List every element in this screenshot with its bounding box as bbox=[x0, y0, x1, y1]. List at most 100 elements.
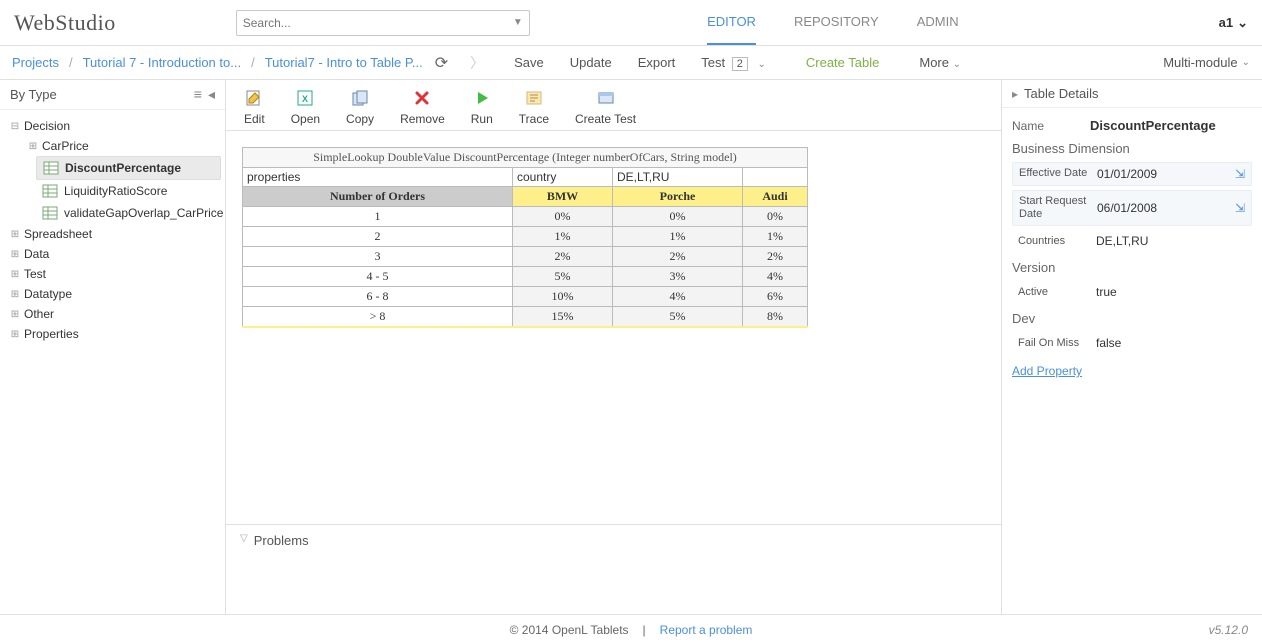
open-button[interactable]: XOpen bbox=[291, 88, 320, 126]
breadcrumb-module[interactable]: Tutorial7 - Intro to Table P... bbox=[265, 55, 423, 70]
breadcrumb-sep: / bbox=[251, 55, 255, 70]
expand-icon[interactable]: ⊞ bbox=[8, 249, 22, 260]
row-val[interactable]: 2% bbox=[743, 247, 808, 267]
row-val[interactable]: 1% bbox=[613, 227, 743, 247]
user-name: a1 bbox=[1219, 15, 1233, 30]
report-problem-link[interactable]: Report a problem bbox=[660, 623, 753, 637]
collapse-left-icon[interactable]: ◂ bbox=[208, 86, 215, 103]
link-icon[interactable]: ⇲ bbox=[1235, 201, 1245, 215]
create-test-icon bbox=[596, 88, 616, 108]
row-val[interactable]: 6% bbox=[743, 287, 808, 307]
chevron-down-icon: ⌄ bbox=[757, 59, 765, 70]
collapse-icon[interactable]: ⊟ bbox=[8, 121, 22, 132]
tree-node-carprice[interactable]: ⊞ CarPrice bbox=[22, 136, 221, 156]
section-dev: Dev bbox=[1012, 311, 1252, 326]
tree-label: Decision bbox=[24, 119, 70, 133]
tree-node-other[interactable]: ⊞Other bbox=[4, 304, 221, 324]
tree-node-datatype[interactable]: ⊞Datatype bbox=[4, 284, 221, 304]
row-val[interactable]: 0% bbox=[613, 207, 743, 227]
copyright: © 2014 OpenL Tablets bbox=[510, 623, 629, 637]
search-input[interactable] bbox=[243, 16, 513, 30]
row-val[interactable]: 1% bbox=[513, 227, 613, 247]
prop-active: Active true bbox=[1012, 281, 1252, 303]
user-menu[interactable]: a1 ⌄ bbox=[1219, 15, 1248, 31]
row-key[interactable]: 1 bbox=[243, 207, 513, 227]
module-selector[interactable]: Multi-module ⌄ bbox=[1163, 55, 1250, 70]
create-test-button[interactable]: Create Test bbox=[575, 88, 636, 126]
excel-icon: X bbox=[295, 88, 315, 108]
row-val[interactable]: 5% bbox=[513, 267, 613, 287]
sidebar-controls: ≡ ◂ bbox=[194, 86, 215, 103]
expand-icon[interactable]: ⊞ bbox=[8, 229, 22, 240]
tree-node-properties[interactable]: ⊞Properties bbox=[4, 324, 221, 344]
row-val[interactable]: 4% bbox=[613, 287, 743, 307]
row-val[interactable]: 2% bbox=[613, 247, 743, 267]
tree-leaf-liquidityratioscore[interactable]: LiquidityRatioScore bbox=[36, 180, 221, 202]
list-icon[interactable]: ≡ bbox=[194, 86, 202, 103]
row-val[interactable]: 4% bbox=[743, 267, 808, 287]
chevron-down-icon: ⌄ bbox=[953, 59, 961, 70]
prop-value: true bbox=[1096, 285, 1246, 299]
expand-icon[interactable]: ⊞ bbox=[8, 289, 22, 300]
tab-repository[interactable]: REPOSITORY bbox=[794, 0, 879, 45]
row-key[interactable]: 4 - 5 bbox=[243, 267, 513, 287]
expand-icon[interactable]: ⊞ bbox=[8, 329, 22, 340]
export-button[interactable]: Export bbox=[638, 55, 676, 70]
problems-title: Problems bbox=[254, 533, 309, 548]
expand-icon[interactable]: ⊞ bbox=[8, 309, 22, 320]
row-key[interactable]: 6 - 8 bbox=[243, 287, 513, 307]
tree-node-data[interactable]: ⊞Data bbox=[4, 244, 221, 264]
edit-button[interactable]: Edit bbox=[244, 88, 265, 126]
collapse-triangle-icon[interactable]: ▽ bbox=[240, 533, 248, 544]
tree-node-test[interactable]: ⊞Test bbox=[4, 264, 221, 284]
table-row: 10%0%0% bbox=[243, 207, 808, 227]
col-header: Audi bbox=[743, 187, 808, 207]
tree-node-decision[interactable]: ⊟ Decision bbox=[4, 116, 221, 136]
prop-start-request-date: Start Request Date 06/01/2008 ⇲ bbox=[1012, 190, 1252, 226]
run-button[interactable]: Run bbox=[471, 88, 493, 126]
row-key[interactable]: 3 bbox=[243, 247, 513, 267]
sidebar-title: By Type bbox=[10, 87, 57, 102]
row-key[interactable]: > 8 bbox=[243, 307, 513, 328]
refresh-icon[interactable]: ⟳ bbox=[435, 53, 448, 73]
expand-right-icon[interactable]: ▸ bbox=[1012, 87, 1018, 101]
problems-panel[interactable]: ▽ Problems bbox=[226, 524, 1001, 614]
row-val[interactable]: 1% bbox=[743, 227, 808, 247]
expand-icon[interactable]: ⊞ bbox=[8, 269, 22, 280]
prop-label: Effective Date bbox=[1019, 167, 1097, 180]
create-table-button[interactable]: Create Table bbox=[806, 55, 879, 70]
tree-leaf-validategapoverlap[interactable]: validateGapOverlap_CarPrice bbox=[36, 202, 221, 224]
row-val[interactable]: 3% bbox=[613, 267, 743, 287]
tab-editor[interactable]: EDITOR bbox=[707, 0, 756, 45]
row-val[interactable]: 15% bbox=[513, 307, 613, 328]
row-val[interactable]: 0% bbox=[743, 207, 808, 227]
play-icon bbox=[472, 88, 492, 108]
row-val[interactable]: 0% bbox=[513, 207, 613, 227]
row-val[interactable]: 5% bbox=[613, 307, 743, 328]
update-button[interactable]: Update bbox=[570, 55, 612, 70]
remove-button[interactable]: Remove bbox=[400, 88, 445, 126]
prop-label: Fail On Miss bbox=[1018, 337, 1096, 350]
link-icon[interactable]: ⇲ bbox=[1235, 167, 1245, 181]
save-button[interactable]: Save bbox=[514, 55, 544, 70]
row-key[interactable]: 2 bbox=[243, 227, 513, 247]
tree-leaf-discountpercentage[interactable]: DiscountPercentage bbox=[36, 156, 221, 180]
breadcrumb-tutorial[interactable]: Tutorial 7 - Introduction to... bbox=[83, 55, 241, 70]
breadcrumb-projects[interactable]: Projects bbox=[12, 55, 59, 70]
add-property-link[interactable]: Add Property bbox=[1012, 364, 1082, 378]
test-button[interactable]: Test 2 ⌄ bbox=[701, 55, 766, 70]
tree-node-spreadsheet[interactable]: ⊞Spreadsheet bbox=[4, 224, 221, 244]
row-val[interactable]: 10% bbox=[513, 287, 613, 307]
row-val[interactable]: 2% bbox=[513, 247, 613, 267]
search-box[interactable]: ▼ bbox=[236, 10, 530, 36]
editor-toolbar: Edit XOpen Copy Remove Run Trace Create … bbox=[226, 80, 1001, 131]
row-val[interactable]: 8% bbox=[743, 307, 808, 328]
tab-admin[interactable]: ADMIN bbox=[917, 0, 959, 45]
svg-text:X: X bbox=[302, 94, 308, 104]
copy-button[interactable]: Copy bbox=[346, 88, 374, 126]
expand-icon[interactable]: ⊞ bbox=[26, 141, 40, 152]
trace-button[interactable]: Trace bbox=[519, 88, 549, 126]
search-dropdown-icon[interactable]: ▼ bbox=[513, 17, 523, 28]
tree-label: Data bbox=[24, 247, 49, 261]
more-menu[interactable]: More ⌄ bbox=[919, 55, 961, 70]
